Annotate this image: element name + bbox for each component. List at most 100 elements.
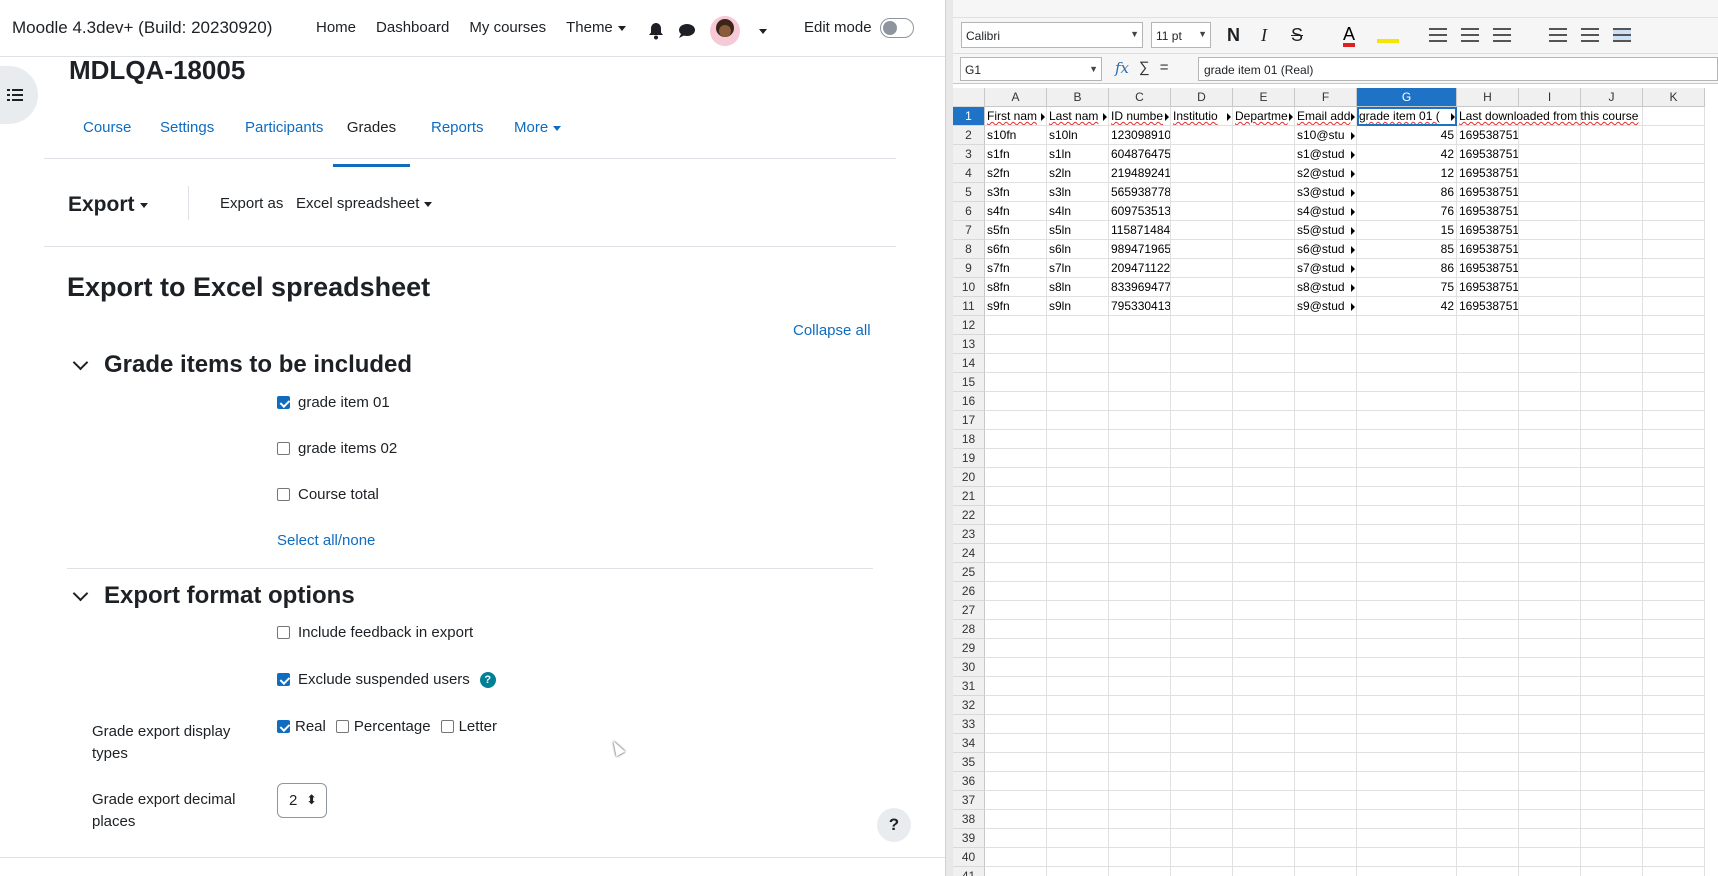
sheet-cell[interactable] — [1457, 772, 1519, 791]
column-header[interactable]: J — [1581, 88, 1643, 107]
sheet-cell[interactable] — [1581, 867, 1643, 876]
sheet-cell[interactable] — [1643, 202, 1705, 221]
sheet-cell[interactable] — [1457, 506, 1519, 525]
column-header[interactable]: K — [1643, 88, 1705, 107]
row-header[interactable]: 37 — [953, 791, 985, 810]
sheet-cell[interactable] — [1519, 696, 1581, 715]
sheet-cell[interactable] — [1519, 525, 1581, 544]
sheet-cell[interactable]: 42 — [1357, 145, 1457, 164]
sheet-cell[interactable]: 1695387513 — [1457, 259, 1519, 278]
sheet-cell[interactable] — [1233, 411, 1295, 430]
sheet-cell[interactable]: 45 — [1357, 126, 1457, 145]
sheet-cell[interactable]: s4fn — [985, 202, 1047, 221]
sheet-cell[interactable] — [1171, 620, 1233, 639]
sheet-cell[interactable] — [1357, 715, 1457, 734]
column-header[interactable]: E — [1233, 88, 1295, 107]
collapse-all-link[interactable]: Collapse all — [793, 322, 871, 339]
checkbox-unchecked[interactable] — [277, 626, 290, 639]
sheet-cell[interactable] — [1457, 354, 1519, 373]
sheet-cell[interactable] — [1047, 734, 1109, 753]
sheet-cell[interactable] — [1233, 582, 1295, 601]
column-header[interactable]: D — [1171, 88, 1233, 107]
sheet-cell[interactable] — [1233, 563, 1295, 582]
sheet-cell[interactable] — [1643, 373, 1705, 392]
row-header[interactable]: 32 — [953, 696, 985, 715]
sheet-cell[interactable] — [1171, 658, 1233, 677]
sheet-cell[interactable] — [1295, 658, 1357, 677]
sheet-cell[interactable] — [1047, 791, 1109, 810]
sheet-cell[interactable]: 7953304135256 — [1109, 297, 1171, 316]
section-format-header[interactable]: Export format options — [72, 582, 355, 610]
sheet-cell[interactable] — [1047, 411, 1109, 430]
sheet-cell[interactable] — [1233, 772, 1295, 791]
sheet-cell[interactable]: 1695387513 — [1457, 183, 1519, 202]
sheet-cell[interactable] — [1457, 734, 1519, 753]
sheet-cell[interactable]: s4ln — [1047, 202, 1109, 221]
sheet-cell[interactable] — [1295, 449, 1357, 468]
sheet-cell[interactable] — [1581, 392, 1643, 411]
sheet-cell[interactable] — [1295, 715, 1357, 734]
edit-mode-toggle[interactable] — [880, 18, 914, 38]
row-header[interactable]: 2 — [953, 126, 985, 145]
nav-dashboard[interactable]: Dashboard — [376, 19, 449, 36]
sheet-cell[interactable] — [1295, 620, 1357, 639]
sheet-cell[interactable] — [1233, 202, 1295, 221]
sheet-cell[interactable] — [1457, 848, 1519, 867]
font-name-select[interactable]: Calibri ▼ — [961, 22, 1143, 48]
sheet-cell[interactable] — [1643, 791, 1705, 810]
export-menu[interactable]: Export — [68, 193, 148, 217]
sheet-cell[interactable] — [1457, 810, 1519, 829]
sheet-cell[interactable] — [1171, 772, 1233, 791]
sheet-cell[interactable] — [985, 392, 1047, 411]
sheet-cell[interactable] — [1295, 696, 1357, 715]
sheet-cell[interactable] — [1519, 430, 1581, 449]
sheet-cell[interactable] — [1047, 316, 1109, 335]
align-middle-icon[interactable] — [1581, 28, 1599, 42]
sheet-cell[interactable] — [1171, 563, 1233, 582]
sheet-cell[interactable] — [1109, 734, 1171, 753]
sheet-cell[interactable] — [1233, 373, 1295, 392]
sheet-cell[interactable] — [985, 411, 1047, 430]
name-box[interactable]: G1 ▼ — [960, 57, 1102, 81]
header-cell[interactable]: First nam — [985, 107, 1047, 126]
decimal-places-select[interactable]: 2 — [277, 783, 327, 818]
sheet-cell[interactable] — [1233, 449, 1295, 468]
sheet-cell[interactable] — [1519, 164, 1581, 183]
sheet-cell[interactable] — [1519, 240, 1581, 259]
sheet-cell[interactable] — [1295, 867, 1357, 876]
sheet-cell[interactable] — [1581, 506, 1643, 525]
sheet-cell[interactable] — [1643, 449, 1705, 468]
sheet-cell[interactable] — [1519, 335, 1581, 354]
sheet-cell[interactable] — [1581, 829, 1643, 848]
sheet-cell[interactable] — [1109, 810, 1171, 829]
sheet-cell[interactable] — [1295, 563, 1357, 582]
sheet-cell[interactable]: s10@stu — [1295, 126, 1357, 145]
sheet-cell[interactable] — [1233, 696, 1295, 715]
sheet-cell[interactable] — [1295, 411, 1357, 430]
sheet-cell[interactable] — [1519, 202, 1581, 221]
italic-button[interactable]: I — [1261, 25, 1267, 46]
sheet-cell[interactable] — [1581, 183, 1643, 202]
font-size-select[interactable]: 11 pt ▼ — [1151, 22, 1211, 48]
sheet-cell[interactable] — [1233, 259, 1295, 278]
sheet-cell[interactable]: s5ln — [1047, 221, 1109, 240]
sheet-cell[interactable] — [1109, 430, 1171, 449]
sheet-cell[interactable] — [1233, 715, 1295, 734]
sheet-cell[interactable] — [1457, 411, 1519, 430]
sheet-cell[interactable] — [1171, 525, 1233, 544]
sheet-cell[interactable] — [1581, 582, 1643, 601]
sheet-cell[interactable] — [1519, 487, 1581, 506]
pane-divider[interactable] — [945, 0, 953, 876]
sheet-cell[interactable] — [1581, 677, 1643, 696]
sheet-cell[interactable] — [1357, 772, 1457, 791]
sheet-cell[interactable]: s1@stud — [1295, 145, 1357, 164]
sheet-cell[interactable] — [1457, 829, 1519, 848]
sheet-cell[interactable]: s3@stud — [1295, 183, 1357, 202]
sheet-cell[interactable] — [1643, 487, 1705, 506]
row-header[interactable]: 28 — [953, 620, 985, 639]
sheet-cell[interactable] — [1519, 620, 1581, 639]
sheet-cell[interactable] — [1357, 411, 1457, 430]
sheet-cell[interactable] — [1109, 335, 1171, 354]
tab-settings[interactable]: Settings — [160, 119, 214, 136]
sheet-cell[interactable] — [1233, 183, 1295, 202]
